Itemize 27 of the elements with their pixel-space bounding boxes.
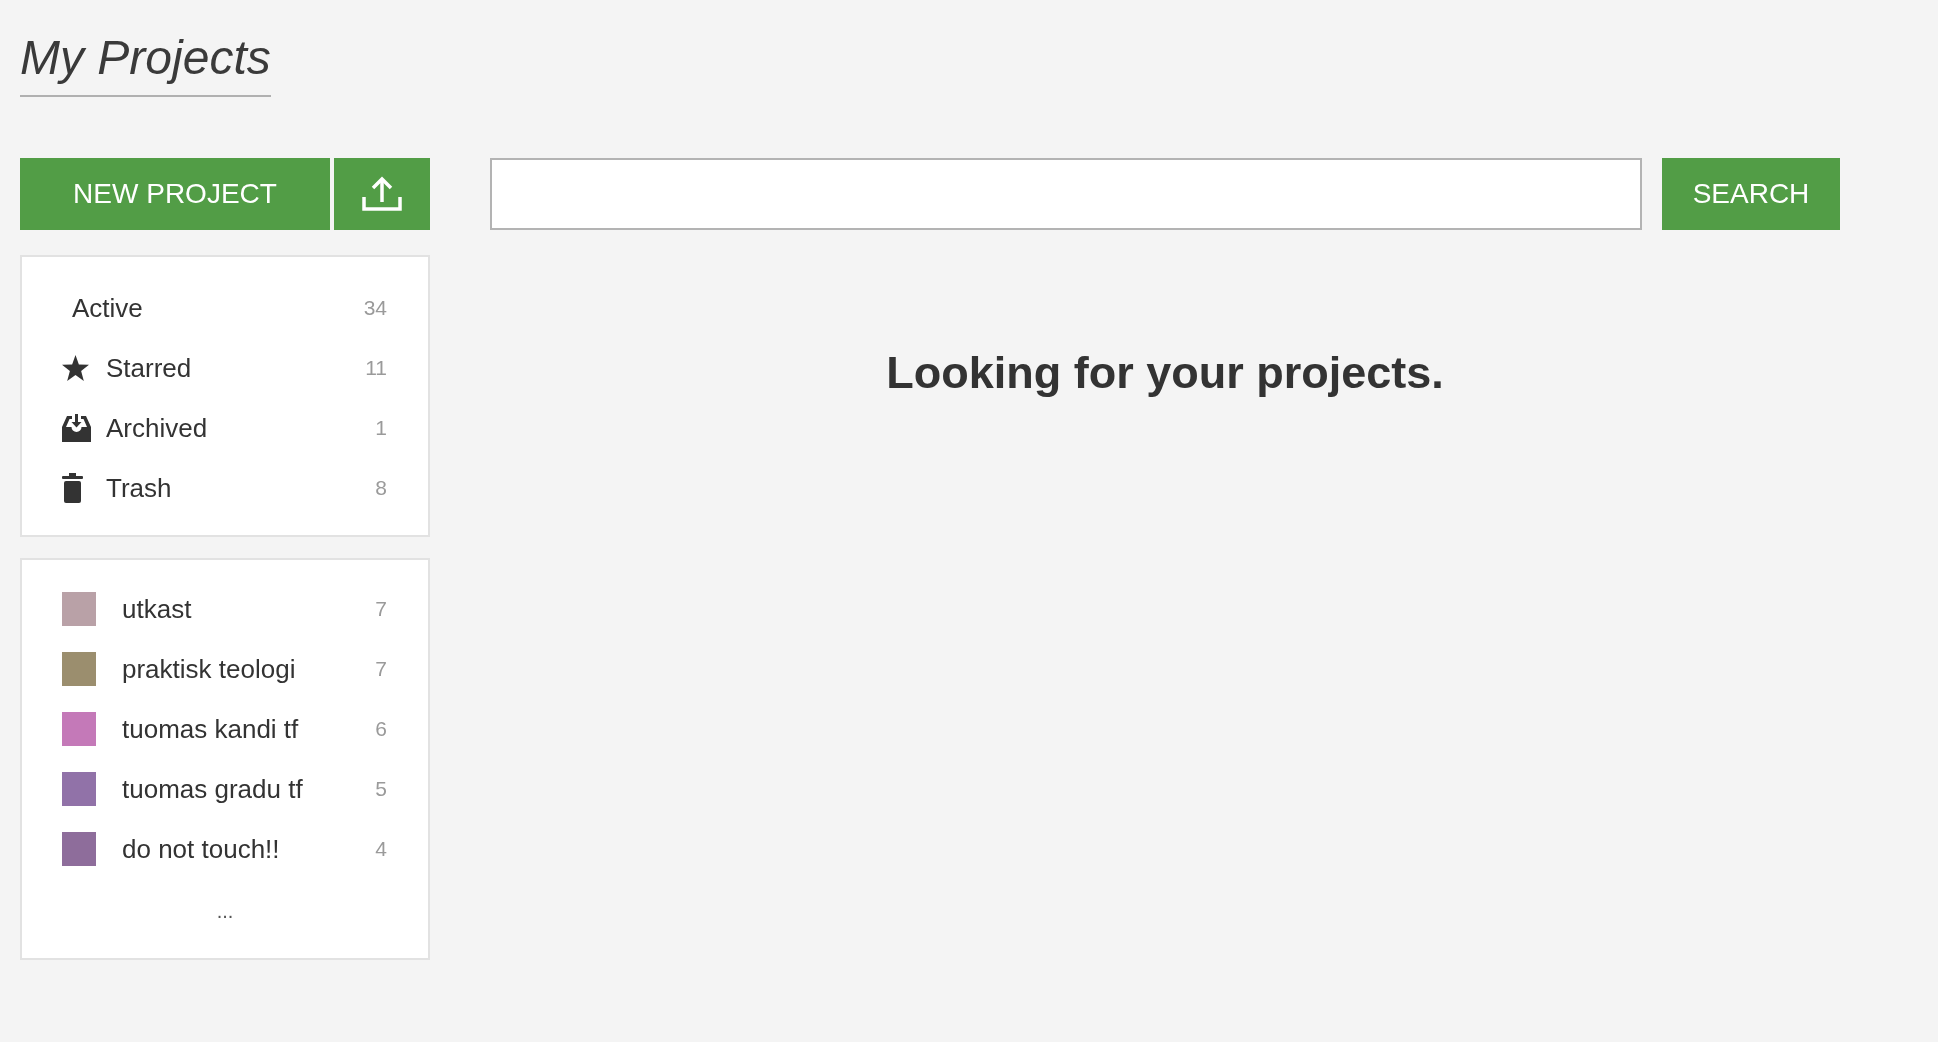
project-count: 1 (375, 415, 387, 441)
project-count: 7 (375, 656, 387, 682)
filter-link[interactable]: Active (72, 292, 143, 324)
upload-button[interactable] (334, 158, 430, 230)
loading-message: Looking for your projects. (886, 346, 1444, 400)
project-count: 7 (375, 596, 387, 622)
project-count: 8 (375, 475, 387, 501)
project-count: 5 (375, 776, 387, 802)
filter-link[interactable]: Starred (106, 352, 192, 384)
project-count: 11 (365, 355, 387, 381)
project-count: 4 (375, 836, 387, 862)
page-title: My Projects (20, 29, 271, 97)
more-tags-link[interactable]: ... (216, 899, 234, 923)
tag-link[interactable]: utkast (122, 593, 192, 625)
tag-link[interactable]: tuomas gradu tf (122, 773, 303, 805)
project-count: 6 (375, 716, 387, 742)
tag-link[interactable]: do not touch!! (122, 833, 280, 865)
filter-link[interactable]: Trash (106, 472, 172, 504)
star-icon (62, 355, 89, 381)
project-count: 34 (363, 295, 387, 321)
filter-link[interactable]: Archived (106, 412, 208, 444)
trash-icon (62, 473, 83, 503)
tag-link[interactable]: tuomas kandi tf (122, 713, 299, 745)
search-field[interactable] (490, 158, 1642, 230)
upload-icon (362, 176, 402, 212)
tag-link[interactable]: praktisk teologi (122, 653, 296, 685)
inbox-download-icon (62, 414, 91, 442)
